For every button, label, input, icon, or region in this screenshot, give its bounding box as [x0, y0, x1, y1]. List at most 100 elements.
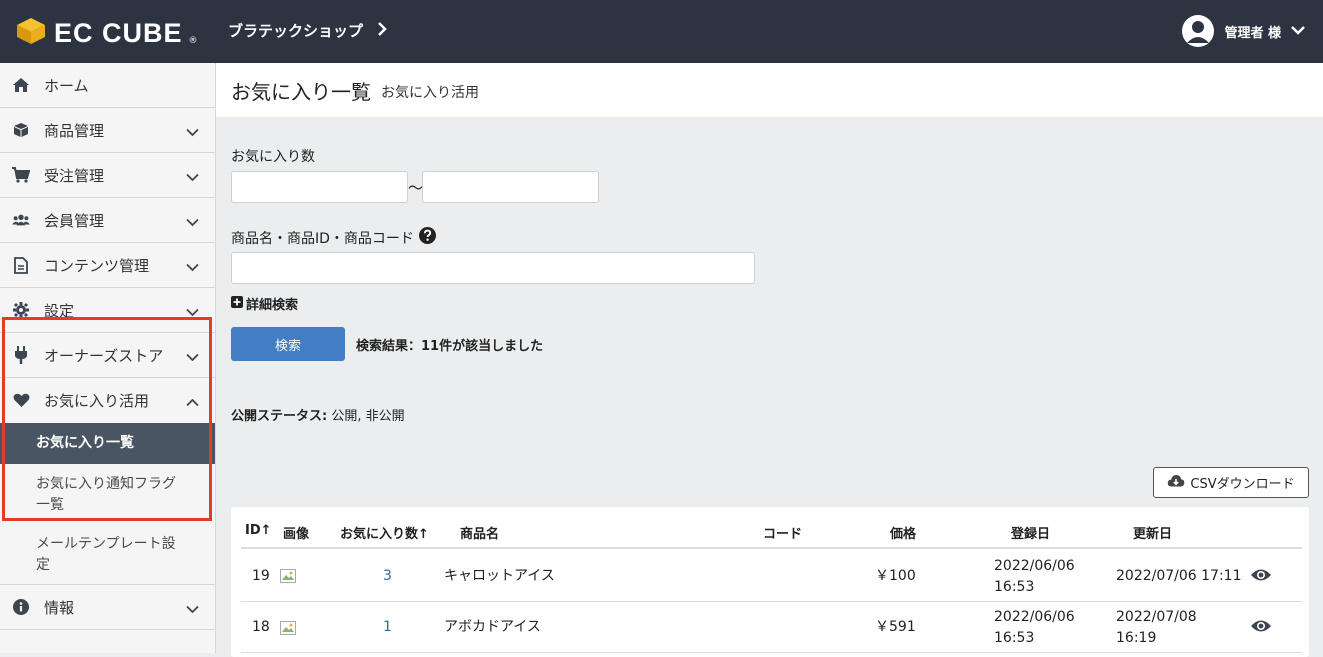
chevron-down-icon [1291, 24, 1305, 39]
cell-price: ￥591 [875, 619, 916, 635]
page-subtitle: お気に入り活用 [381, 85, 479, 101]
cell-updated-date: 2022/07/08 [1116, 609, 1197, 625]
sidebar-subitem-label: メールテンプレート設定 [36, 535, 176, 573]
chevron-up-icon [186, 393, 199, 411]
csv-download-label: CSVダウンロード [1190, 477, 1295, 492]
sidebar-item-label: お気に入り活用 [44, 392, 150, 410]
fav-count-max-input[interactable] [422, 171, 599, 203]
sidebar-subitem-favorites-list[interactable]: お気に入り一覧 [0, 423, 215, 464]
sidebar-item-settings[interactable]: 設定 [0, 288, 215, 333]
column-header-price: 価格 [890, 527, 917, 542]
page-header: お気に入り一覧 お気に入り活用 [216, 63, 1323, 117]
cloud-download-icon [1167, 474, 1185, 491]
plus-square-icon [231, 295, 243, 312]
status-filter-summary: 公開ステータス: 公開, 非公開 [231, 405, 405, 424]
search-result-text: 検索結果：11件が該当しました [356, 339, 544, 354]
sidebar-item-label: オーナーズストア [44, 346, 164, 365]
detail-search-toggle[interactable]: 詳細検索 [231, 294, 298, 313]
fav-count-min-input[interactable] [231, 171, 408, 203]
chevron-down-icon [186, 123, 199, 141]
logo-reg: ® [188, 36, 198, 46]
sidebar-item-orders[interactable]: 受注管理 [0, 153, 215, 198]
range-separator: 〜 [408, 179, 424, 197]
product-search-label: 商品名・商品ID・商品コード [231, 230, 414, 247]
user-avatar-icon [1182, 15, 1215, 47]
table-row-divider [241, 601, 1302, 602]
sidebar-item-label: 商品管理 [44, 121, 105, 140]
sidebar-item-home[interactable]: ホーム [0, 63, 215, 108]
column-header-updated: 更新日 [1133, 527, 1173, 542]
info-icon [12, 598, 30, 616]
sidebar-subitem-notify-flags[interactable]: お気に入り通知フラグ一覧 [0, 464, 215, 525]
sidebar-item-label: 会員管理 [44, 211, 105, 230]
column-header-id[interactable]: ID↑ [245, 523, 272, 538]
gear-icon [12, 301, 30, 319]
product-image-icon [280, 569, 296, 589]
sidebar-item-products[interactable]: 商品管理 [0, 108, 215, 153]
table-header-divider [241, 547, 1302, 549]
cell-id: 19 [252, 568, 270, 584]
shop-name: ブラテックショップ [228, 22, 364, 40]
cell-id: 18 [252, 619, 270, 635]
status-value: 公開, 非公開 [331, 409, 405, 424]
box-icon [12, 121, 30, 139]
user-menu[interactable]: 管理者 様 [1182, 15, 1305, 47]
fav-count-label: お気に入り数 [231, 149, 315, 165]
product-search-input[interactable] [231, 252, 755, 284]
sidebar-item-label: 設定 [44, 301, 75, 320]
column-header-created: 登録日 [1011, 527, 1051, 542]
sidebar-item-label: 情報 [44, 598, 75, 617]
column-header-image: 画像 [283, 527, 310, 542]
detail-search-label: 詳細検索 [246, 298, 299, 313]
page-title: お気に入り一覧 [231, 79, 371, 104]
search-button[interactable]: 検索 [231, 327, 345, 361]
product-search-label-row: 商品名・商品ID・商品コード [231, 227, 436, 248]
sidebar-subitem-label: お気に入り通知フラグ一覧 [36, 475, 176, 513]
plug-icon [12, 346, 30, 364]
heart-icon [12, 392, 30, 410]
sidebar-item-label: コンテンツ管理 [44, 256, 150, 275]
chevron-down-icon [186, 348, 199, 366]
eye-icon[interactable] [1250, 568, 1272, 588]
shop-link[interactable]: ブラテックショップ [228, 20, 387, 41]
chevron-down-icon [186, 258, 199, 276]
cart-icon [12, 166, 30, 184]
sidebar-item-owners-store[interactable]: オーナーズストア [0, 333, 215, 378]
help-question-icon[interactable] [418, 227, 436, 248]
product-image-icon [280, 621, 296, 641]
cell-fav-count-link[interactable]: 3 [383, 566, 392, 586]
logo-text: EC CUBE [54, 17, 183, 48]
home-icon [12, 76, 30, 94]
status-label: 公開ステータス: [231, 409, 328, 424]
sidebar-item-label: 受注管理 [44, 166, 105, 185]
logo-cube-icon [14, 16, 48, 50]
chevron-down-icon [186, 303, 199, 321]
sidebar-item-contents[interactable]: コンテンツ管理 [0, 243, 215, 288]
user-name: 管理者 様 [1224, 25, 1281, 41]
chevron-down-icon [186, 213, 199, 231]
cell-created-date: 2022/06/06 [994, 558, 1075, 574]
sidebar-item-label: ホーム [44, 76, 89, 95]
csv-download-button[interactable]: CSVダウンロード [1153, 467, 1309, 498]
cell-created-time: 16:53 [994, 579, 1035, 595]
chevron-right-icon [377, 21, 387, 40]
sidebar-subitem-mail-template[interactable]: メールテンプレート設定 [0, 525, 215, 585]
column-header-name: 商品名 [460, 527, 500, 542]
users-icon [12, 211, 30, 229]
cell-product-name: アボカドアイス [444, 619, 541, 635]
cell-updated-date: 2022/07/06 17:11 [1116, 568, 1242, 584]
sidebar-item-members[interactable]: 会員管理 [0, 198, 215, 243]
cell-created-date: 2022/06/06 [994, 609, 1075, 625]
chevron-down-icon [186, 168, 199, 186]
eye-icon[interactable] [1250, 619, 1272, 639]
chevron-down-icon [186, 600, 199, 618]
logo[interactable]: EC CUBE ® [14, 16, 198, 50]
cell-fav-count-link[interactable]: 1 [383, 617, 392, 637]
sidebar-item-info[interactable]: 情報 [0, 585, 215, 630]
column-header-fav-count[interactable]: お気に入り数↑ [340, 523, 429, 542]
sidebar-subitem-label: お気に入り一覧 [36, 435, 134, 451]
cell-price: ￥100 [875, 568, 916, 584]
file-icon [12, 256, 30, 274]
sidebar-item-favorites[interactable]: お気に入り活用 [0, 378, 215, 423]
column-header-code: コード [763, 527, 803, 542]
